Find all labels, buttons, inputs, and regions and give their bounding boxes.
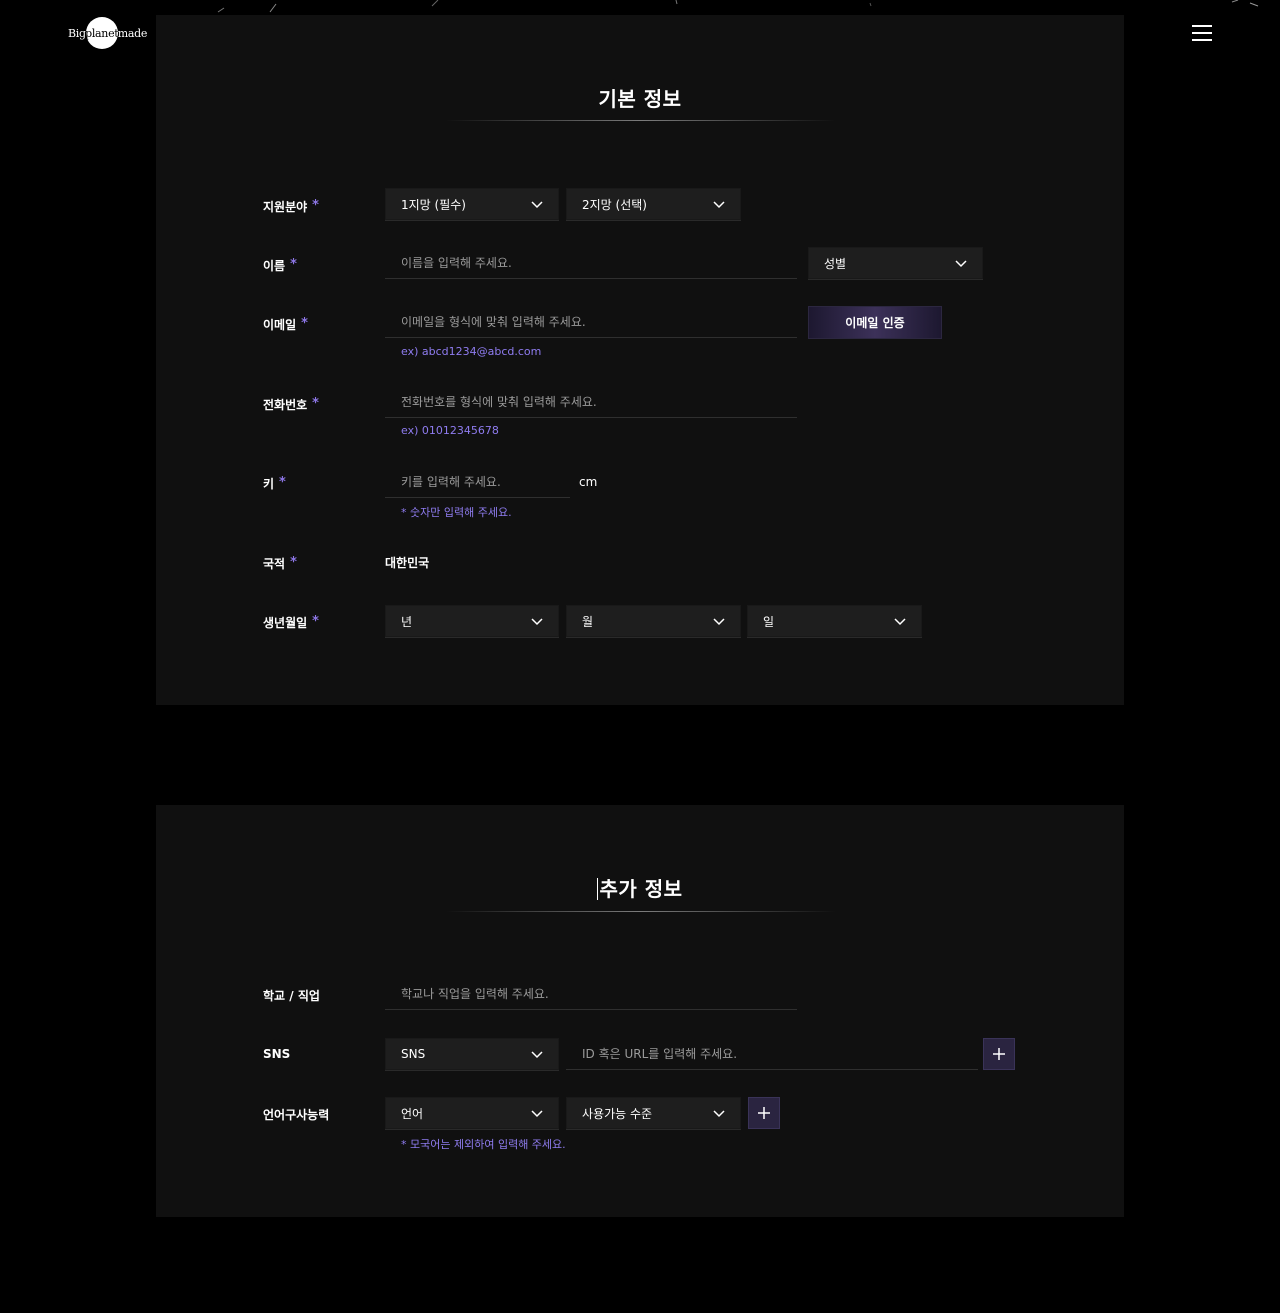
second-choice-value: 2지망 (선택) [582,197,647,212]
chevron-down-icon [955,260,967,268]
birth-year-value: 년 [401,614,413,629]
phone-input[interactable]: 전화번호를 형식에 맞춰 입력해 주세요. [385,386,797,418]
phone-placeholder: 전화번호를 형식에 맞춰 입력해 주세요. [401,395,597,409]
second-choice-select[interactable]: 2지망 (선택) [566,188,741,221]
birthdate-label: 생년월일 * [263,614,319,630]
school-input[interactable]: 학교나 직업을 입력해 주세요. [385,978,797,1010]
chevron-down-icon [531,1051,543,1059]
height-unit: cm [579,475,598,489]
title-divider [446,120,836,121]
name-label: 이름 * [263,257,297,273]
logo-text-big: Big [68,26,86,40]
required-mark: * [279,475,286,490]
height-hint: * 숫자만 입력해 주세요. [401,506,512,519]
language-level-value: 사용가능 수준 [582,1106,653,1121]
chevron-down-icon [713,1110,725,1118]
language-label: 언어구사능력 [263,1108,330,1122]
height-placeholder: 키를 입력해 주세요. [401,475,501,489]
birth-day-select[interactable]: 일 [747,605,922,638]
chevron-down-icon [713,201,725,209]
gender-value: 성별 [824,256,847,271]
height-label: 키 * [263,475,286,491]
plus-icon [758,1107,770,1119]
extra-info-panel: 추가 정보 학교 / 직업 학교나 직업을 입력해 주세요. SNS SNS I… [156,805,1124,1217]
language-select-value: 언어 [401,1106,424,1121]
birth-month-select[interactable]: 월 [566,605,741,638]
required-mark: * [290,555,297,570]
chevron-down-icon [894,618,906,626]
email-label: 이메일 * [263,316,308,332]
chevron-down-icon [531,1110,543,1118]
birth-year-select[interactable]: 년 [385,605,559,638]
sns-select-value: SNS [401,1047,426,1061]
name-input[interactable]: 이름을 입력해 주세요. [385,247,797,279]
height-input[interactable]: 키를 입력해 주세요. [385,466,570,498]
email-placeholder: 이메일을 형식에 맞춰 입력해 주세요. [401,315,586,329]
school-label: 학교 / 직업 [263,989,320,1003]
nationality-value: 대한민국 [385,556,430,570]
email-input[interactable]: 이메일을 형식에 맞춰 입력해 주세요. [385,306,797,338]
field-label: 지원분야 * [263,198,319,214]
required-mark: * [301,316,308,331]
section-title-extra: 추가 정보 [597,877,683,901]
logo-planet-circle: planet [85,17,119,49]
logo-text-made: made [117,26,148,40]
sns-placeholder: ID 혹은 URL를 입력해 주세요. [582,1047,738,1061]
birth-day-value: 일 [763,614,775,629]
school-placeholder: 학교나 직업을 입력해 주세요. [401,987,549,1001]
decorative-top-lines [217,0,1259,13]
chevron-down-icon [713,618,725,626]
phone-label: 전화번호 * [263,396,319,412]
required-mark: * [312,396,319,411]
first-choice-value: 1지망 (필수) [401,197,466,212]
plus-icon [993,1048,1005,1060]
language-level-select[interactable]: 사용가능 수준 [566,1097,741,1130]
add-language-button[interactable] [748,1097,780,1129]
brand-logo[interactable]: Big planet made [68,17,147,49]
first-choice-select[interactable]: 1지망 (필수) [385,188,559,221]
required-mark: * [312,198,319,213]
logo-text-planet: planet [85,26,119,40]
phone-hint: ex) 01012345678 [401,424,499,437]
title-divider [446,911,836,912]
section-title-basic: 기본 정보 [598,87,682,111]
sns-label: SNS [263,1047,291,1061]
chevron-down-icon [531,618,543,626]
required-mark: * [290,257,297,272]
required-mark: * [312,614,319,629]
nationality-label: 국적 * [263,555,297,571]
birth-month-value: 월 [582,614,594,629]
email-verify-button[interactable]: 이메일 인증 [808,306,942,339]
add-sns-button[interactable] [983,1038,1015,1070]
email-hint: ex) abcd1234@abcd.com [401,345,542,358]
hamburger-menu-icon[interactable] [1192,24,1212,42]
name-placeholder: 이름을 입력해 주세요. [401,256,512,270]
sns-input[interactable]: ID 혹은 URL를 입력해 주세요. [566,1038,978,1070]
language-select[interactable]: 언어 [385,1097,559,1130]
language-hint: * 모국어는 제외하여 입력해 주세요. [401,1138,566,1151]
chevron-down-icon [531,201,543,209]
sns-select[interactable]: SNS [385,1038,559,1071]
gender-select[interactable]: 성별 [808,247,983,280]
basic-info-panel: 기본 정보 지원분야 * 1지망 (필수) 2지망 (선택) 이름 * 이름을 입력… [156,15,1124,705]
